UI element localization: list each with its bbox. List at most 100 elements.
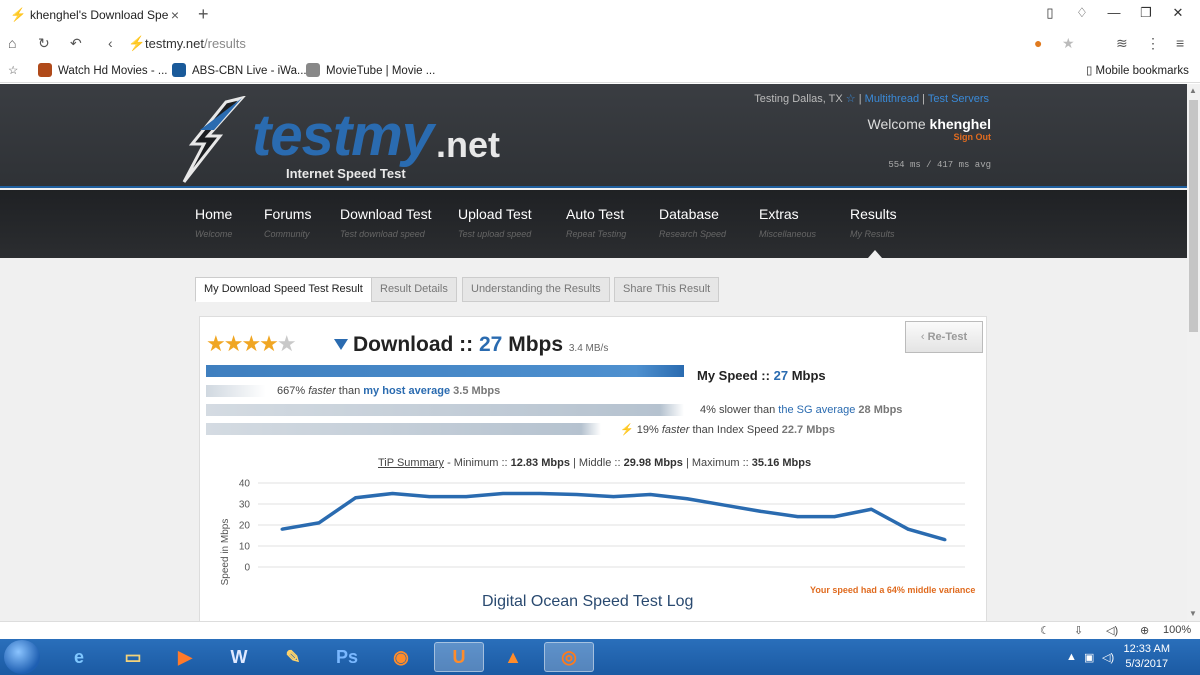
test-servers-link[interactable]: Test Servers	[928, 93, 989, 105]
chart-data-point	[906, 527, 910, 531]
chart-data-point	[575, 493, 579, 497]
chart-data-point	[501, 492, 505, 495]
paint-icon[interactable]: ✎	[268, 642, 318, 672]
favorite-star-icon[interactable]: ☆	[846, 93, 856, 105]
uc-browser-icon[interactable]: U	[434, 642, 484, 672]
download-icon[interactable]: ⇩	[1074, 624, 1083, 637]
index-speed-bar	[206, 423, 601, 435]
host-compare-mid: than	[338, 385, 361, 397]
menu-item-upload-test[interactable]: Upload Test Test upload speed	[458, 206, 532, 239]
chart-data-point	[796, 515, 800, 519]
menu-sublabel: Welcome	[195, 229, 233, 239]
scroll-down-icon[interactable]: ▼	[1189, 609, 1197, 618]
address-bar: ⌂ ↻ ↶ ‹ ⚡ testmy.net/results ● ★ ≋ ⋮ ≡	[0, 30, 1200, 58]
minimize-icon[interactable]: —	[1098, 5, 1130, 21]
back-icon[interactable]: ‹	[108, 35, 113, 51]
menu-label: Results	[850, 206, 897, 222]
menu-item-database[interactable]: Database Research Speed	[659, 206, 726, 239]
refresh-icon[interactable]: ↻	[38, 35, 50, 52]
tab-my-download-result[interactable]: My Download Speed Test Result	[195, 277, 372, 302]
home-icon[interactable]: ⌂	[8, 35, 16, 51]
internet-explorer-icon[interactable]: e	[54, 642, 104, 672]
file-explorer-icon[interactable]: ▭	[108, 642, 158, 672]
menu-item-download-test[interactable]: Download Test Test download speed	[340, 206, 432, 239]
menu-item-results[interactable]: Results My Results	[850, 206, 897, 239]
menu-icon[interactable]: ≡	[1176, 35, 1184, 51]
download-speed-value: 27	[479, 333, 503, 356]
zoom-icon[interactable]: ⊕	[1140, 624, 1149, 637]
chart-y-tick-label: 20	[239, 521, 251, 532]
clock[interactable]: 12:33 AM 5/3/2017	[1124, 642, 1170, 672]
multithread-link[interactable]: Multithread	[865, 93, 919, 105]
chart-data-point	[685, 497, 689, 501]
skin-icon[interactable]: ♢	[1066, 5, 1098, 21]
scrollbar-thumb[interactable]	[1189, 100, 1198, 332]
sg-average-value: 28 Mbps	[858, 404, 903, 416]
menu-sublabel: Repeat Testing	[566, 229, 627, 239]
browser-status-bar: ☾ ⇩ ◁) ⊕ 100%	[0, 621, 1200, 639]
logo-net: .net	[436, 124, 501, 165]
wifi-icon[interactable]: ≋	[1116, 35, 1128, 52]
menu-item-extras[interactable]: Extras Miscellaneous	[759, 206, 816, 239]
retest-button[interactable]: ‹ Re-Test	[905, 321, 983, 353]
bookmark-item[interactable]: Watch Hd Movies - ...	[38, 63, 168, 77]
logo-text[interactable]: testmy	[252, 102, 434, 169]
photoshop-icon[interactable]: Ps	[322, 642, 372, 672]
word-icon[interactable]: W	[214, 642, 264, 672]
page-scrollbar[interactable]: ▲ ▼	[1187, 84, 1200, 621]
menu-item-auto-test[interactable]: Auto Test Repeat Testing	[566, 206, 626, 239]
vlc-icon[interactable]: ▲	[488, 642, 538, 672]
bookmark-star-icon[interactable]: ★	[1062, 35, 1075, 52]
menu-label: Home	[195, 206, 233, 222]
close-tab-icon[interactable]: ×	[168, 7, 182, 23]
menu-sublabel: Test upload speed	[458, 229, 532, 239]
reader-mode-icon[interactable]: ▯	[1034, 5, 1066, 21]
sign-out-link[interactable]: Sign Out	[954, 132, 992, 142]
undo-icon[interactable]: ↶	[70, 35, 82, 52]
my-speed-bar	[206, 365, 684, 377]
new-tab-icon[interactable]: +	[198, 4, 209, 25]
media-player-icon[interactable]: ▶	[160, 642, 210, 672]
bookmark-item[interactable]: ABS-CBN Live - iWa...	[172, 63, 307, 77]
night-mode-icon[interactable]: ☾	[1040, 624, 1050, 637]
logo-subtitle: Internet Speed Test	[286, 166, 406, 181]
mobile-bookmarks[interactable]: ▯ Mobile bookmarks	[1086, 63, 1189, 77]
browser-tab[interactable]: ⚡ khenghel's Download Speed T ×	[4, 2, 188, 28]
chart-data-point	[833, 515, 836, 519]
bookmark-item[interactable]: MovieTube | Movie ...	[306, 63, 435, 77]
chart-data-point	[317, 521, 321, 525]
scroll-up-icon[interactable]: ▲	[1189, 86, 1197, 95]
url-host: testmy.net	[145, 36, 205, 51]
index-compare-mid: than Index Speed	[692, 424, 779, 436]
tray-expand-icon[interactable]: ▲	[1066, 651, 1077, 663]
restore-icon[interactable]: ❐	[1130, 5, 1162, 21]
tab-result-details[interactable]: Result Details	[371, 277, 457, 302]
menu-item-home[interactable]: Home Welcome	[195, 206, 232, 239]
chart-y-tick-label: 40	[239, 479, 251, 490]
host-average-link[interactable]: my host average	[363, 385, 450, 397]
speed-log-chart: 0 10 20 30 40 Speed in Mbps	[220, 479, 965, 585]
tip-summary-link[interactable]: TiP Summary	[378, 457, 444, 469]
sg-average-link[interactable]: the SG average	[778, 404, 855, 416]
browser-active-icon[interactable]: ◎	[544, 642, 594, 672]
menu-item-forums[interactable]: Forums Community	[264, 206, 311, 239]
tray-network-icon[interactable]: ▣	[1084, 651, 1094, 664]
tray-volume-icon[interactable]: ◁)	[1102, 651, 1114, 664]
tab-share-result[interactable]: Share This Result	[614, 277, 720, 302]
zoom-level[interactable]: 100%	[1163, 624, 1191, 636]
close-window-icon[interactable]: ✕	[1162, 5, 1194, 21]
volume-icon[interactable]: ◁)	[1106, 624, 1118, 637]
extension-icon[interactable]: ●	[1034, 35, 1042, 51]
menu-label: Database	[659, 206, 719, 222]
tip-summary: TiP Summary - Minimum :: 12.83 Mbps | Mi…	[378, 457, 811, 469]
more-icon[interactable]: ⋮	[1146, 35, 1160, 52]
firefox-icon[interactable]: ◉	[376, 642, 426, 672]
star-icon[interactable]: ☆	[8, 63, 18, 77]
site-icon: ⚡	[128, 35, 146, 51]
tab-understanding-results[interactable]: Understanding the Results	[462, 277, 610, 302]
start-button-icon[interactable]	[4, 640, 40, 674]
testing-location: Testing Dallas, TX	[754, 93, 843, 105]
chart-data-point	[464, 495, 468, 499]
url-field[interactable]: testmy.net/results	[145, 36, 246, 51]
tab-title: khenghel's Download Speed T	[30, 8, 168, 22]
